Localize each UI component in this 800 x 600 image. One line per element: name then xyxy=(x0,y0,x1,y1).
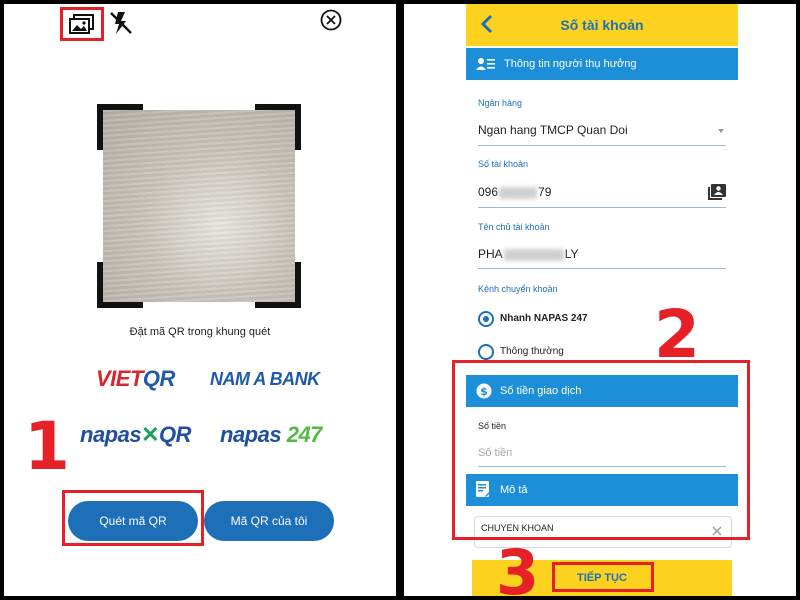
vietqr-logo-viet: VIET xyxy=(96,366,143,391)
holder-name-start: PHA xyxy=(478,247,503,261)
page-title: Số tài khoản xyxy=(560,17,644,33)
frame-corner xyxy=(255,262,301,308)
frame-corner xyxy=(97,262,143,308)
channel-label: Kênh chuyển khoản xyxy=(478,284,558,294)
close-icon[interactable] xyxy=(320,9,342,31)
step-number-3: 3 xyxy=(496,536,540,596)
holder-name-end: LY xyxy=(564,247,579,261)
napas-qr-logo-text: napas xyxy=(80,422,142,447)
scan-hint: Đặt mã QR trong khung quét xyxy=(129,326,271,338)
vietqr-logo: VIETQR xyxy=(96,366,175,392)
account-label: Số tài khoản xyxy=(478,159,529,169)
redacted-digits xyxy=(499,186,538,199)
napas-qr-logo-mark: ✕ xyxy=(141,422,160,447)
napas-247-logo-text: napas xyxy=(220,422,287,447)
holder-field[interactable]: PHA LY xyxy=(478,247,578,261)
scan-qr-button[interactable]: Quét mã QR xyxy=(68,501,198,541)
holder-label: Tên chủ tài khoản xyxy=(478,222,550,232)
namabank-logo: NAM A BANK xyxy=(210,369,320,389)
user-list-icon xyxy=(476,58,495,70)
radio-standard-label: Thông thường xyxy=(500,346,564,357)
header-bar: Số tài khoản xyxy=(466,4,738,46)
highlight-box-continue xyxy=(552,562,654,592)
qr-scan-screen: Đặt mã QR trong khung quét VIETQR NAM A … xyxy=(4,4,396,596)
beneficiary-section-title: Thông tin người thụ hưởng xyxy=(504,58,637,70)
bank-label: Ngân hàng xyxy=(478,98,523,108)
beneficiary-section-header: Thông tin người thụ hưởng xyxy=(466,48,738,80)
radio-standard[interactable] xyxy=(478,344,494,360)
highlight-box-amount xyxy=(452,360,750,540)
frame-corner xyxy=(97,104,143,150)
back-arrow-icon[interactable] xyxy=(478,12,496,36)
gallery-button[interactable] xyxy=(60,7,104,41)
qr-scan-frame xyxy=(97,104,301,308)
napas-qr-logo-qr: QR xyxy=(159,422,192,447)
napas-247-logo: napas 247 xyxy=(220,422,322,448)
field-underline xyxy=(478,145,726,146)
account-number-end: 79 xyxy=(538,185,552,199)
radio-napas-247-label: Nhanh NAPAS 247 xyxy=(500,313,588,324)
account-number-start: 096 xyxy=(478,185,499,199)
contacts-book-icon[interactable] xyxy=(708,184,726,200)
redacted-name xyxy=(503,248,564,261)
step-number-1: 1 xyxy=(24,408,70,485)
field-underline xyxy=(478,207,726,208)
bank-select[interactable]: Ngan hang TMCP Quan Doi xyxy=(478,123,628,137)
frame-corner xyxy=(255,104,301,150)
field-underline xyxy=(478,268,726,269)
account-field[interactable]: 096 79 xyxy=(478,185,551,199)
image-gallery-icon xyxy=(69,14,94,34)
napas-qr-logo: napas✕QR xyxy=(80,422,192,448)
vietqr-logo-qr: QR xyxy=(142,366,176,391)
dropdown-caret-icon xyxy=(718,129,724,133)
my-qr-button[interactable]: Mã QR của tôi xyxy=(204,501,334,541)
account-transfer-screen: Số tài khoản Thông tin người thụ hưởng N… xyxy=(404,4,796,596)
flash-off-icon[interactable] xyxy=(108,10,134,36)
radio-napas-247[interactable] xyxy=(478,311,494,327)
napas-247-logo-number: 247 xyxy=(286,422,323,447)
